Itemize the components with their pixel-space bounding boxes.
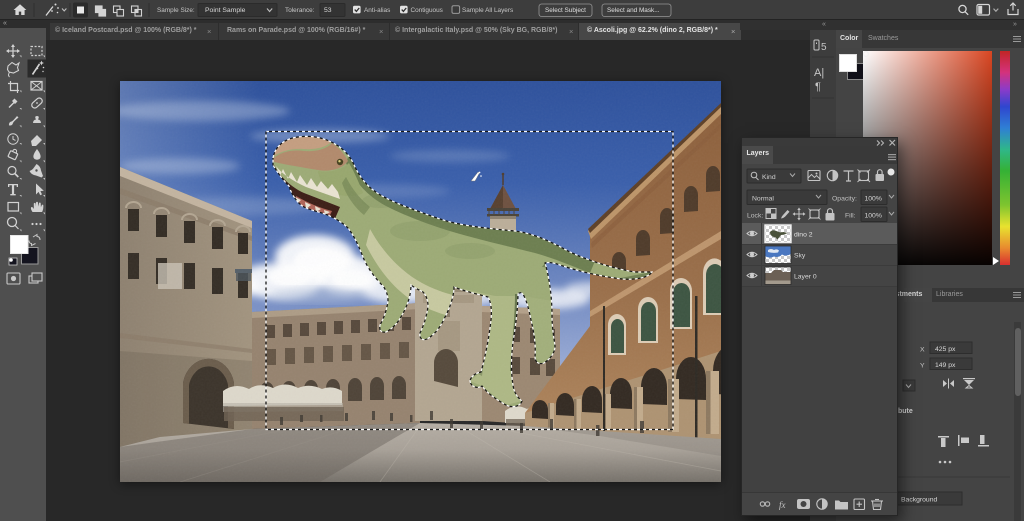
svg-text:Y: Y bbox=[920, 363, 925, 370]
svg-text:dino 2: dino 2 bbox=[794, 232, 813, 239]
svg-text:A|: A| bbox=[814, 67, 824, 79]
svg-text:Kind: Kind bbox=[762, 174, 776, 181]
svg-text:Sky: Sky bbox=[794, 253, 806, 260]
svg-text:Lock:: Lock: bbox=[747, 213, 763, 220]
svg-text:425 px: 425 px bbox=[935, 346, 956, 353]
svg-text:100%: 100% bbox=[865, 213, 882, 220]
svg-text:149 px: 149 px bbox=[935, 362, 956, 369]
svg-text:fx: fx bbox=[779, 500, 786, 510]
svg-text:ibute: ibute bbox=[896, 408, 913, 415]
svg-text:Background: Background bbox=[901, 497, 937, 504]
svg-text:100%: 100% bbox=[865, 196, 882, 203]
svg-text:Normal: Normal bbox=[752, 196, 774, 203]
svg-text:¶: ¶ bbox=[815, 81, 821, 93]
svg-text:Opacity:: Opacity: bbox=[832, 196, 857, 203]
svg-text:X: X bbox=[920, 347, 925, 354]
svg-text:Layer 0: Layer 0 bbox=[794, 274, 817, 281]
svg-text:Fill:: Fill: bbox=[845, 213, 856, 220]
svg-text:5: 5 bbox=[821, 42, 827, 53]
